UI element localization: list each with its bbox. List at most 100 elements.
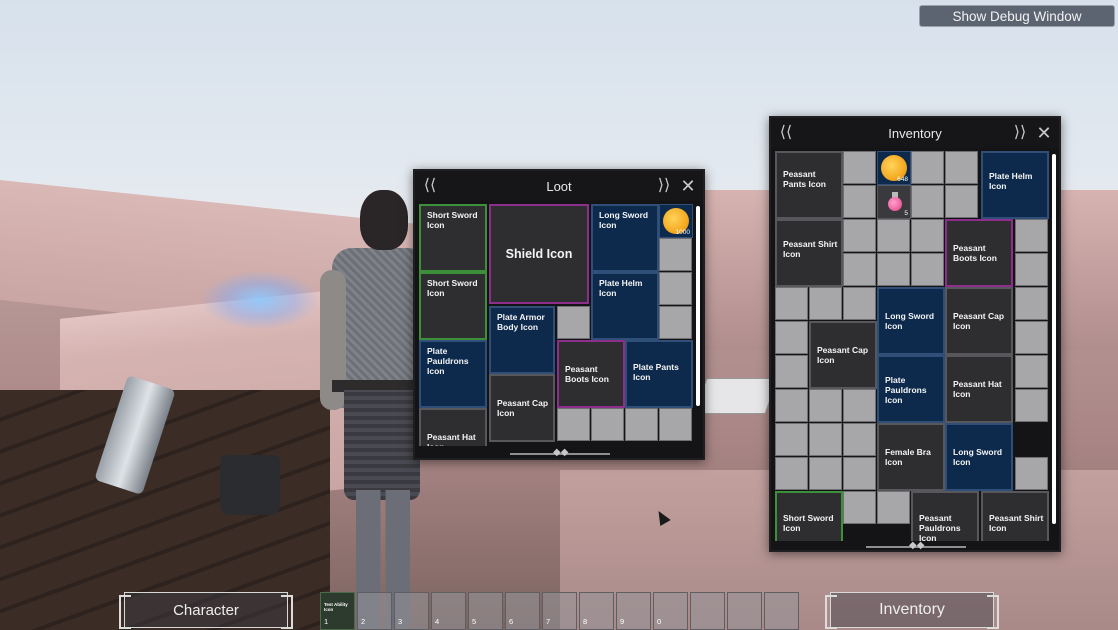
hotbar-slot[interactable]: 7 xyxy=(542,592,577,630)
empty-slot[interactable] xyxy=(945,185,978,218)
character-button[interactable]: Character xyxy=(119,592,293,629)
empty-slot[interactable] xyxy=(809,457,842,490)
loot-window-header[interactable]: ⟨⟨ Loot ⟩⟩ ✕ xyxy=(415,171,703,201)
empty-slot[interactable] xyxy=(591,408,624,441)
empty-slot[interactable] xyxy=(877,491,910,524)
item-health-potion[interactable]: 5 xyxy=(877,185,911,219)
item-gold-coins[interactable]: 648 xyxy=(877,151,911,185)
empty-slot[interactable] xyxy=(659,306,692,339)
item-peasant-pauldrons[interactable]: Peasant Pauldrons Icon xyxy=(911,491,979,541)
empty-slot[interactable] xyxy=(775,355,808,388)
hotbar-slot[interactable] xyxy=(727,592,762,630)
item-peasant-boots[interactable]: Peasant Boots Icon xyxy=(557,340,625,408)
empty-slot[interactable] xyxy=(1015,389,1048,422)
empty-slot[interactable] xyxy=(843,423,876,456)
empty-slot[interactable] xyxy=(843,389,876,422)
empty-slot[interactable] xyxy=(843,253,876,286)
item-short-sword[interactable]: Short Sword Icon xyxy=(419,204,487,272)
empty-slot[interactable] xyxy=(775,287,808,320)
empty-slot[interactable] xyxy=(945,151,978,184)
hotbar-slot[interactable] xyxy=(764,592,799,630)
item-female-bra[interactable]: Female Bra Icon xyxy=(877,423,945,491)
empty-slot[interactable] xyxy=(557,408,590,441)
inventory-button[interactable]: Inventory xyxy=(825,592,999,629)
item-peasant-cap[interactable]: Peasant Cap Icon xyxy=(945,287,1013,355)
item-peasant-cap[interactable]: Peasant Cap Icon xyxy=(809,321,877,389)
hotbar-slot[interactable]: 9 xyxy=(616,592,651,630)
item-long-sword[interactable]: Long Sword Icon xyxy=(945,423,1013,491)
transfer-all-icon[interactable]: ⟩⟩ xyxy=(1011,124,1029,142)
item-peasant-hat[interactable]: Peasant Hat Icon xyxy=(419,408,487,446)
close-icon[interactable]: ✕ xyxy=(679,177,697,195)
empty-slot[interactable] xyxy=(877,253,910,286)
empty-slot[interactable] xyxy=(843,491,876,524)
empty-slot[interactable] xyxy=(877,219,910,252)
item-peasant-boots[interactable]: Peasant Boots Icon xyxy=(945,219,1013,287)
empty-slot[interactable] xyxy=(659,408,692,441)
collapse-left-icon[interactable]: ⟨⟨ xyxy=(421,177,439,195)
empty-slot[interactable] xyxy=(1015,219,1048,252)
empty-slot[interactable] xyxy=(1015,287,1048,320)
close-icon[interactable]: ✕ xyxy=(1035,124,1053,142)
hotbar-slot[interactable]: Test Ability Icon 1 xyxy=(320,592,355,630)
empty-slot[interactable] xyxy=(911,185,944,218)
item-plate-pants[interactable]: Plate Pants Icon xyxy=(625,340,693,408)
hotbar-slot[interactable] xyxy=(690,592,725,630)
hotbar-slot[interactable]: 5 xyxy=(468,592,503,630)
empty-slot[interactable] xyxy=(911,151,944,184)
empty-slot[interactable] xyxy=(775,321,808,354)
empty-slot[interactable] xyxy=(911,219,944,252)
item-peasant-shirt[interactable]: Peasant Shirt Icon xyxy=(981,491,1049,541)
item-plate-pauldrons[interactable]: Plate Pauldrons Icon xyxy=(419,340,487,408)
empty-slot[interactable] xyxy=(775,389,808,422)
collapse-left-icon[interactable]: ⟨⟨ xyxy=(777,124,795,142)
item-short-sword[interactable]: Short Sword Icon xyxy=(419,272,487,340)
hotbar-slot[interactable]: 3 xyxy=(394,592,429,630)
empty-slot[interactable] xyxy=(1015,321,1048,354)
hotbar-slot[interactable]: 4 xyxy=(431,592,466,630)
item-plate-helm[interactable]: Plate Helm Icon xyxy=(981,151,1049,219)
hotbar-slot[interactable]: 2 xyxy=(357,592,392,630)
empty-slot[interactable] xyxy=(775,423,808,456)
loot-scrollbar[interactable] xyxy=(696,206,700,406)
item-long-sword[interactable]: Long Sword Icon xyxy=(877,287,945,355)
empty-slot[interactable] xyxy=(1015,355,1048,388)
empty-slot[interactable] xyxy=(911,253,944,286)
empty-slot[interactable] xyxy=(809,287,842,320)
empty-slot[interactable] xyxy=(1015,457,1048,490)
hotbar-slot[interactable]: 6 xyxy=(505,592,540,630)
inventory-scrollbar[interactable] xyxy=(1052,154,1056,524)
empty-slot[interactable] xyxy=(659,238,692,271)
item-plate-helm[interactable]: Plate Helm Icon xyxy=(591,272,659,340)
empty-slot[interactable] xyxy=(843,185,876,218)
item-peasant-shirt[interactable]: Peasant Shirt Icon xyxy=(775,219,843,287)
show-debug-window-button[interactable]: Show Debug Window xyxy=(919,5,1115,27)
empty-slot[interactable] xyxy=(809,423,842,456)
empty-slot[interactable] xyxy=(843,457,876,490)
item-peasant-hat[interactable]: Peasant Hat Icon xyxy=(945,355,1013,423)
empty-slot[interactable] xyxy=(843,151,876,184)
item-gold-coins[interactable]: 1000 xyxy=(659,204,693,238)
empty-slot[interactable] xyxy=(809,389,842,422)
item-peasant-cap[interactable]: Peasant Cap Icon xyxy=(489,374,555,442)
item-short-sword[interactable]: Short Sword Icon xyxy=(775,491,843,541)
empty-slot[interactable] xyxy=(557,306,590,339)
resize-handle-icon[interactable]: ◆◆ xyxy=(553,447,568,458)
resize-handle-icon[interactable]: ◆◆ xyxy=(909,540,924,551)
item-shield[interactable]: Shield Icon xyxy=(489,204,589,304)
empty-slot[interactable] xyxy=(843,287,876,320)
inventory-window-header[interactable]: ⟨⟨ Inventory ⟩⟩ ✕ xyxy=(771,118,1059,148)
item-plate-pauldrons[interactable]: Plate Pauldrons Icon xyxy=(877,355,945,423)
transfer-all-icon[interactable]: ⟩⟩ xyxy=(655,177,673,195)
item-peasant-pants[interactable]: Peasant Pants Icon xyxy=(775,151,843,219)
empty-slot[interactable] xyxy=(659,272,692,305)
inventory-button-label: Inventory xyxy=(879,601,945,618)
item-plate-armor-body[interactable]: Plate Armor Body Icon xyxy=(489,306,555,374)
hotbar-slot[interactable]: 8 xyxy=(579,592,614,630)
empty-slot[interactable] xyxy=(1015,253,1048,286)
item-long-sword[interactable]: Long Sword Icon xyxy=(591,204,659,272)
empty-slot[interactable] xyxy=(843,219,876,252)
hotbar-slot[interactable]: 0 xyxy=(653,592,688,630)
empty-slot[interactable] xyxy=(625,408,658,441)
empty-slot[interactable] xyxy=(775,457,808,490)
